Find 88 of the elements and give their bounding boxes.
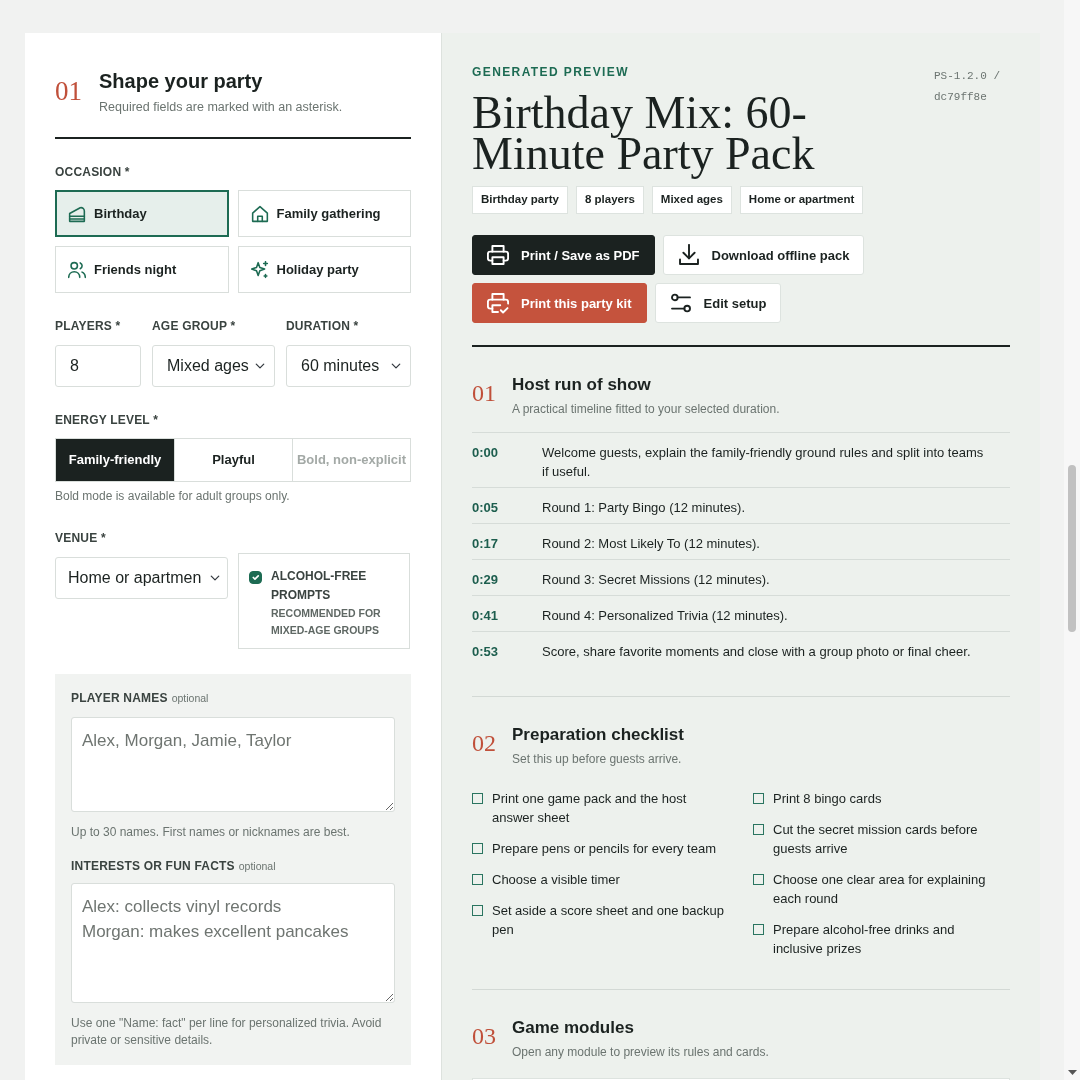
checkbox[interactable] [472,874,483,885]
time-label: 0:29 [472,571,500,589]
dropdown[interactable]: 60 minutes [286,345,411,387]
checkbox[interactable] [472,843,483,854]
timeline-text: Round 3: Secret Missions (12 minutes). [542,571,770,589]
help-text: Use one "Name: fact" per line for personalized trivia. Avoid private or sensitive details. [71,1015,383,1049]
action-button[interactable]: Edit setup [654,283,782,323]
checkbox-label: ALCOHOL-FREE PROMPTS [271,568,368,604]
checklist-text: Prepare alcohol-free drinks and inclusive prizes [773,921,956,958]
optional-tag: optional [238,860,276,872]
printer-check-icon [487,292,509,314]
cake-slice-icon [68,204,86,223]
field-label: VENUE * [55,530,107,546]
time-label: 0:05 [472,499,500,517]
occasion-option[interactable]: Friends night [55,246,229,293]
timeline-text: Round 2: Most Likely To (12 minutes). [542,535,760,553]
checkbox[interactable] [753,824,764,835]
scrollbar-thumb[interactable] [1068,465,1076,632]
field-label: PLAYERS * [55,318,122,334]
section-subtitle: Set this up before guests arrive. [512,751,683,768]
time-label: 0:41 [472,607,500,625]
section-title: Preparation checklist [512,725,684,745]
summary-tag: Home or apartment [739,186,864,214]
scroll-down-icon[interactable] [1067,1070,1077,1075]
timeline-text: Round 4: Personalized Trivia (12 minutes). [542,607,788,625]
sparkle-icon [250,260,269,279]
section-subtitle: Required fields are marked with an asterisk. [99,99,343,116]
section-number: 03 [472,1024,497,1048]
checkbox[interactable] [249,571,262,584]
checkbox[interactable] [753,924,764,935]
action-button[interactable]: Download offline pack [662,235,865,275]
checkbox[interactable] [753,793,764,804]
action-button[interactable]: Print / Save as PDF [472,235,655,275]
time-label: 0:17 [472,535,500,553]
version-text: PS-1.2.0 / dc79ff8e [934,69,1001,105]
section-subtitle: Open any module to preview its rules and cards. [512,1044,769,1061]
checklist-text: Choose a visible timer [492,871,620,889]
checklist-text: Print one game pack and the host answer sheet [492,790,688,827]
field-label: PLAYER NAMES [71,691,168,705]
section-number: 02 [472,731,497,755]
occasion-option[interactable]: Birthday [55,190,229,237]
printer-icon [487,244,509,266]
text-area[interactable]: Alex: collects vinyl records Morgan: makes excellent pancakes [71,883,395,1003]
checklist-text: Choose one clear area for explaining each round [773,871,987,908]
checkbox[interactable] [753,874,764,885]
section-title: Shape your party [99,69,264,93]
occasion-option[interactable]: Holiday party [237,246,411,293]
checklist-text: Set aside a score sheet and one backup pen [492,902,725,939]
section-subtitle: A practical timeline fitted to your selected duration. [512,401,780,418]
section-title: Host run of show [512,375,652,395]
time-label: 0:53 [472,643,500,661]
occasion-option[interactable]: Family gathering [237,190,411,237]
checklist-text: Print 8 bingo cards [773,790,882,808]
dropdown[interactable]: Mixed ages [152,345,275,387]
checkbox[interactable] [472,793,483,804]
optional-tag: optional [171,692,209,704]
timeline-text: Welcome guests, explain the family-friendly ground rules and split into teams if useful. [542,444,985,481]
summary-tag: 8 players [575,186,644,214]
action-button[interactable]: Print this party kit [472,283,647,323]
segment-option[interactable]: Family-friendly [56,439,174,481]
field-label: DURATION * [286,318,360,334]
checklist-text: Prepare pens or pencils for every team [492,840,716,858]
field-label: AGE GROUP * [152,318,237,334]
timeline-text: Score, share favorite moments and close with a group photo or final cheer. [542,643,971,661]
summary-tag: Mixed ages [651,186,732,214]
field-label: OCCASION * [55,164,131,180]
checklist-text: Cut the secret mission cards before guests arrive [773,821,979,858]
page-title: Birthday Mix: 60-Minute Party Pack [472,87,816,179]
dropdown[interactable]: Home or apartmen [55,557,228,599]
checkbox[interactable] [472,905,483,916]
help-text: Up to 30 names. First names or nicknames are best. [71,824,351,841]
timeline-text: Round 1: Party Bingo (12 minutes). [542,499,746,517]
download-icon [677,244,700,266]
house-icon [250,204,269,223]
section-number: 01 [472,381,497,405]
people-icon [68,260,86,279]
section-title: Game modules [512,1018,635,1038]
input-field[interactable]: 8 [55,345,141,387]
summary-tag: Birthday party [472,186,568,214]
text-area[interactable]: Alex, Morgan, Jamie, Taylor [71,717,395,812]
field-label: ENERGY LEVEL * [55,412,160,428]
checkbox-note: RECOMMENDED FOR MIXED-AGE GROUPS [271,606,382,638]
time-label: 0:00 [472,444,500,462]
eyebrow-label: GENERATED PREVIEW [472,65,630,79]
field-label: INTERESTS OR FUN FACTS [71,859,235,873]
help-text: Bold mode is available for adult groups only. [55,489,291,503]
section-number: 01 [55,78,83,105]
sliders-icon [669,292,692,314]
